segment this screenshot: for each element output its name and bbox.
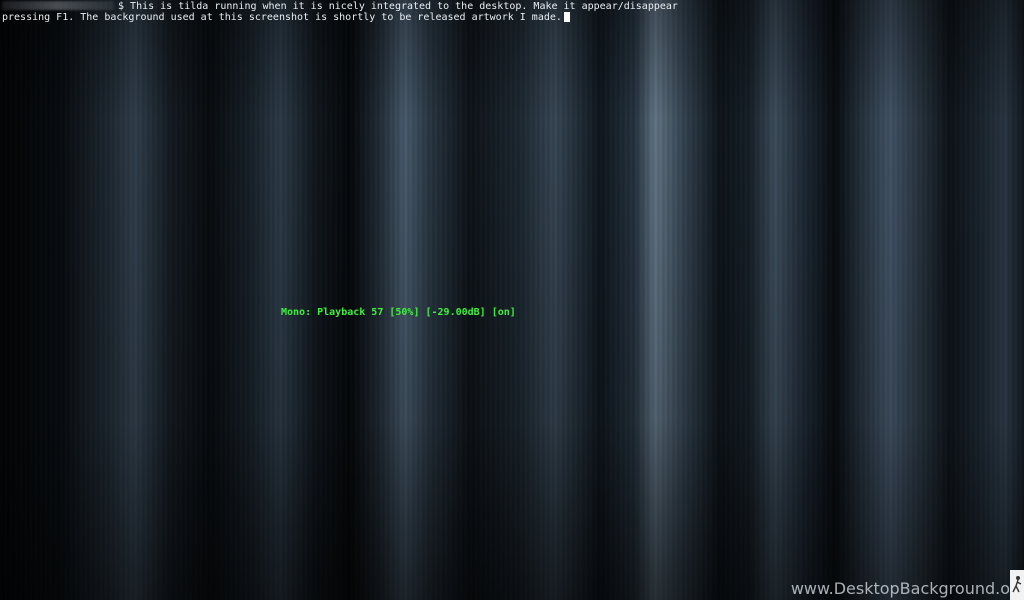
watermark-badge [1010, 570, 1024, 600]
blurred-prompt [2, 1, 114, 10]
figure-icon [1012, 576, 1022, 593]
terminal-line-2: pressing F1. The background used at this… [2, 12, 570, 23]
terminal-text-line-2: pressing F1. The background used at this… [2, 12, 562, 23]
desktop-background: $ This is tilda running when it is nicel… [0, 0, 1024, 600]
watermark-text: www.DesktopBackground.o [790, 579, 1010, 598]
terminal-line-1: $ This is tilda running when it is nicel… [2, 1, 678, 12]
volume-osd: Mono: Playback 57 [50%] [-29.00dB] [on] [281, 307, 516, 318]
tilda-terminal[interactable]: $ This is tilda running when it is nicel… [0, 0, 1024, 600]
terminal-text-line-1: This is tilda running when it is nicely … [124, 1, 678, 12]
text-cursor [563, 12, 570, 22]
